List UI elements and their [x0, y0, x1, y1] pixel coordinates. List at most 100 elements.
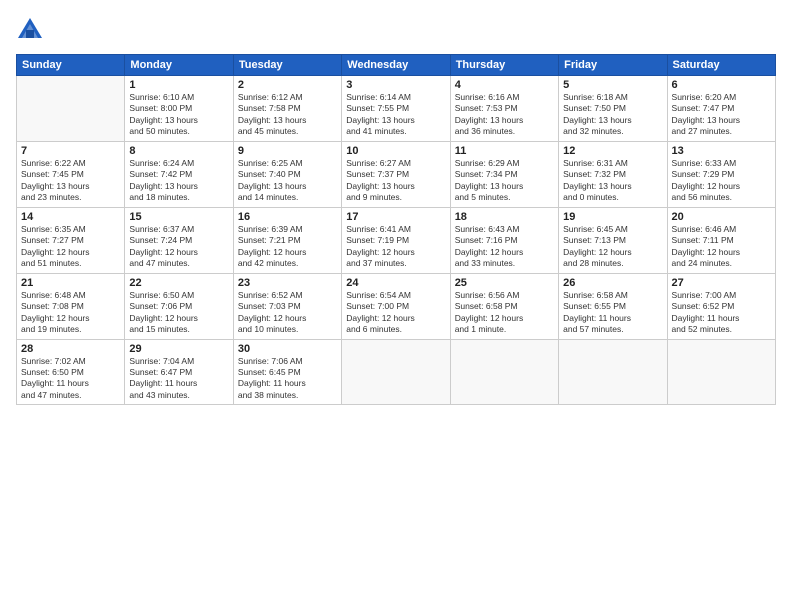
calendar-cell: 18Sunrise: 6:43 AM Sunset: 7:16 PM Dayli…: [450, 207, 558, 273]
calendar-week-1: 1Sunrise: 6:10 AM Sunset: 8:00 PM Daylig…: [17, 76, 776, 142]
calendar-cell: 7Sunrise: 6:22 AM Sunset: 7:45 PM Daylig…: [17, 141, 125, 207]
calendar-cell: 6Sunrise: 6:20 AM Sunset: 7:47 PM Daylig…: [667, 76, 775, 142]
calendar-header-sunday: Sunday: [17, 55, 125, 76]
day-number: 26: [563, 277, 662, 289]
day-number: 28: [21, 343, 120, 355]
day-number: 11: [455, 145, 554, 157]
day-number: 29: [129, 343, 228, 355]
day-number: 6: [672, 79, 771, 91]
calendar-cell: 19Sunrise: 6:45 AM Sunset: 7:13 PM Dayli…: [559, 207, 667, 273]
calendar-header-thursday: Thursday: [450, 55, 558, 76]
calendar-cell: 20Sunrise: 6:46 AM Sunset: 7:11 PM Dayli…: [667, 207, 775, 273]
calendar-header-row: SundayMondayTuesdayWednesdayThursdayFrid…: [17, 55, 776, 76]
day-info: Sunrise: 6:29 AM Sunset: 7:34 PM Dayligh…: [455, 158, 554, 204]
day-info: Sunrise: 6:35 AM Sunset: 7:27 PM Dayligh…: [21, 224, 120, 270]
day-number: 3: [346, 79, 445, 91]
day-info: Sunrise: 6:43 AM Sunset: 7:16 PM Dayligh…: [455, 224, 554, 270]
day-number: 7: [21, 145, 120, 157]
day-number: 5: [563, 79, 662, 91]
day-number: 16: [238, 211, 337, 223]
day-number: 30: [238, 343, 337, 355]
calendar-cell: 8Sunrise: 6:24 AM Sunset: 7:42 PM Daylig…: [125, 141, 233, 207]
calendar-cell: 16Sunrise: 6:39 AM Sunset: 7:21 PM Dayli…: [233, 207, 341, 273]
day-number: 15: [129, 211, 228, 223]
calendar-cell: 21Sunrise: 6:48 AM Sunset: 7:08 PM Dayli…: [17, 273, 125, 339]
day-info: Sunrise: 6:31 AM Sunset: 7:32 PM Dayligh…: [563, 158, 662, 204]
calendar-cell: 5Sunrise: 6:18 AM Sunset: 7:50 PM Daylig…: [559, 76, 667, 142]
day-number: 1: [129, 79, 228, 91]
calendar-cell: 9Sunrise: 6:25 AM Sunset: 7:40 PM Daylig…: [233, 141, 341, 207]
day-number: 9: [238, 145, 337, 157]
day-info: Sunrise: 7:00 AM Sunset: 6:52 PM Dayligh…: [672, 290, 771, 336]
logo: [16, 16, 48, 44]
day-info: Sunrise: 6:12 AM Sunset: 7:58 PM Dayligh…: [238, 92, 337, 138]
day-number: 2: [238, 79, 337, 91]
day-info: Sunrise: 6:58 AM Sunset: 6:55 PM Dayligh…: [563, 290, 662, 336]
calendar-cell: 26Sunrise: 6:58 AM Sunset: 6:55 PM Dayli…: [559, 273, 667, 339]
day-info: Sunrise: 6:20 AM Sunset: 7:47 PM Dayligh…: [672, 92, 771, 138]
day-info: Sunrise: 6:33 AM Sunset: 7:29 PM Dayligh…: [672, 158, 771, 204]
calendar-cell: [667, 339, 775, 405]
calendar-cell: 27Sunrise: 7:00 AM Sunset: 6:52 PM Dayli…: [667, 273, 775, 339]
day-info: Sunrise: 6:50 AM Sunset: 7:06 PM Dayligh…: [129, 290, 228, 336]
day-info: Sunrise: 6:41 AM Sunset: 7:19 PM Dayligh…: [346, 224, 445, 270]
day-number: 13: [672, 145, 771, 157]
day-number: 20: [672, 211, 771, 223]
calendar-cell: 17Sunrise: 6:41 AM Sunset: 7:19 PM Dayli…: [342, 207, 450, 273]
day-number: 25: [455, 277, 554, 289]
day-number: 12: [563, 145, 662, 157]
day-number: 27: [672, 277, 771, 289]
day-info: Sunrise: 6:54 AM Sunset: 7:00 PM Dayligh…: [346, 290, 445, 336]
calendar-cell: 10Sunrise: 6:27 AM Sunset: 7:37 PM Dayli…: [342, 141, 450, 207]
calendar-cell: 3Sunrise: 6:14 AM Sunset: 7:55 PM Daylig…: [342, 76, 450, 142]
calendar-header-friday: Friday: [559, 55, 667, 76]
calendar-cell: 23Sunrise: 6:52 AM Sunset: 7:03 PM Dayli…: [233, 273, 341, 339]
calendar-header-monday: Monday: [125, 55, 233, 76]
calendar-cell: 2Sunrise: 6:12 AM Sunset: 7:58 PM Daylig…: [233, 76, 341, 142]
calendar-cell: 29Sunrise: 7:04 AM Sunset: 6:47 PM Dayli…: [125, 339, 233, 405]
day-info: Sunrise: 6:24 AM Sunset: 7:42 PM Dayligh…: [129, 158, 228, 204]
day-number: 18: [455, 211, 554, 223]
day-info: Sunrise: 6:52 AM Sunset: 7:03 PM Dayligh…: [238, 290, 337, 336]
calendar-header-tuesday: Tuesday: [233, 55, 341, 76]
calendar-cell: 4Sunrise: 6:16 AM Sunset: 7:53 PM Daylig…: [450, 76, 558, 142]
day-info: Sunrise: 7:06 AM Sunset: 6:45 PM Dayligh…: [238, 356, 337, 402]
day-number: 14: [21, 211, 120, 223]
calendar-cell: 12Sunrise: 6:31 AM Sunset: 7:32 PM Dayli…: [559, 141, 667, 207]
calendar-cell: 25Sunrise: 6:56 AM Sunset: 6:58 PM Dayli…: [450, 273, 558, 339]
day-info: Sunrise: 6:48 AM Sunset: 7:08 PM Dayligh…: [21, 290, 120, 336]
day-number: 21: [21, 277, 120, 289]
day-info: Sunrise: 6:22 AM Sunset: 7:45 PM Dayligh…: [21, 158, 120, 204]
day-info: Sunrise: 6:10 AM Sunset: 8:00 PM Dayligh…: [129, 92, 228, 138]
day-number: 10: [346, 145, 445, 157]
calendar-cell: 22Sunrise: 6:50 AM Sunset: 7:06 PM Dayli…: [125, 273, 233, 339]
calendar-cell: 1Sunrise: 6:10 AM Sunset: 8:00 PM Daylig…: [125, 76, 233, 142]
day-info: Sunrise: 6:37 AM Sunset: 7:24 PM Dayligh…: [129, 224, 228, 270]
calendar-cell: 15Sunrise: 6:37 AM Sunset: 7:24 PM Dayli…: [125, 207, 233, 273]
day-info: Sunrise: 7:02 AM Sunset: 6:50 PM Dayligh…: [21, 356, 120, 402]
day-number: 22: [129, 277, 228, 289]
day-number: 17: [346, 211, 445, 223]
calendar-week-3: 14Sunrise: 6:35 AM Sunset: 7:27 PM Dayli…: [17, 207, 776, 273]
calendar-cell: [450, 339, 558, 405]
day-number: 4: [455, 79, 554, 91]
calendar-week-4: 21Sunrise: 6:48 AM Sunset: 7:08 PM Dayli…: [17, 273, 776, 339]
calendar-week-2: 7Sunrise: 6:22 AM Sunset: 7:45 PM Daylig…: [17, 141, 776, 207]
calendar: SundayMondayTuesdayWednesdayThursdayFrid…: [16, 54, 776, 405]
day-number: 24: [346, 277, 445, 289]
calendar-cell: [559, 339, 667, 405]
calendar-cell: 28Sunrise: 7:02 AM Sunset: 6:50 PM Dayli…: [17, 339, 125, 405]
day-info: Sunrise: 7:04 AM Sunset: 6:47 PM Dayligh…: [129, 356, 228, 402]
day-info: Sunrise: 6:39 AM Sunset: 7:21 PM Dayligh…: [238, 224, 337, 270]
calendar-cell: 14Sunrise: 6:35 AM Sunset: 7:27 PM Dayli…: [17, 207, 125, 273]
day-number: 8: [129, 145, 228, 157]
header: [16, 16, 776, 44]
day-info: Sunrise: 6:18 AM Sunset: 7:50 PM Dayligh…: [563, 92, 662, 138]
day-info: Sunrise: 6:27 AM Sunset: 7:37 PM Dayligh…: [346, 158, 445, 204]
logo-icon: [16, 16, 44, 44]
day-info: Sunrise: 6:25 AM Sunset: 7:40 PM Dayligh…: [238, 158, 337, 204]
calendar-cell: [342, 339, 450, 405]
day-info: Sunrise: 6:16 AM Sunset: 7:53 PM Dayligh…: [455, 92, 554, 138]
day-info: Sunrise: 6:14 AM Sunset: 7:55 PM Dayligh…: [346, 92, 445, 138]
day-info: Sunrise: 6:56 AM Sunset: 6:58 PM Dayligh…: [455, 290, 554, 336]
